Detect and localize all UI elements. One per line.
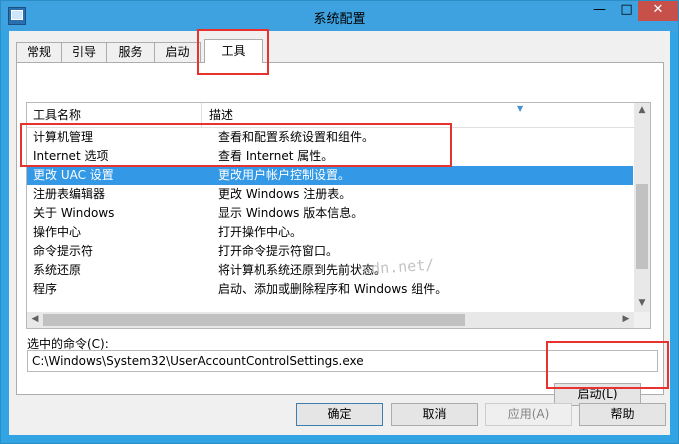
list-item-selected[interactable]: 更改 UAC 设置 更改用户帐户控制设置。 — [27, 166, 633, 185]
list-item[interactable]: 操作中心 打开操作中心。 — [27, 223, 633, 242]
tool-description: 打开命令提示符窗口。 — [218, 244, 339, 258]
tool-name: 计算机管理 — [33, 130, 94, 144]
column-header-description[interactable]: 描述 — [203, 103, 609, 127]
horizontal-scroll-thumb[interactable] — [43, 314, 465, 326]
tool-description: 查看和配置系统设置和组件。 — [218, 130, 375, 144]
tool-description: 查看 Internet 属性。 — [218, 149, 334, 163]
tool-description: 更改 Windows 注册表。 — [218, 187, 352, 201]
tool-name: 程序 — [33, 282, 58, 296]
tool-description: 打开操作中心。 — [218, 225, 303, 239]
tool-description: 显示 Windows 版本信息。 — [218, 206, 364, 220]
tool-name: Internet 选项 — [33, 149, 109, 163]
scroll-up-icon[interactable]: ▲ — [634, 103, 650, 118]
tool-description: 启动、添加或删除程序和 Windows 组件。 — [218, 282, 448, 296]
list-item[interactable]: 计算机管理 查看和配置系统设置和组件。 — [27, 128, 633, 147]
system-config-window: 系统配置 — □ ✕ 常规 引导 服务 启动 工具 工具名称 描述 ▼ 计算机管… — [0, 0, 679, 444]
ok-button[interactable]: 确定 — [296, 403, 383, 426]
maximize-button[interactable]: □ — [613, 1, 640, 21]
close-button[interactable]: ✕ — [638, 1, 678, 21]
list-item[interactable]: 关于 Windows 显示 Windows 版本信息。 — [27, 204, 633, 223]
window-title: 系统配置 — [313, 12, 366, 27]
tool-name: 系统还原 — [33, 263, 82, 277]
vertical-scrollbar[interactable]: ▲ ▼ — [634, 103, 650, 312]
cancel-button[interactable]: 取消 — [391, 403, 478, 426]
selected-command-field[interactable]: C:\Windows\System32\UserAccountControlSe… — [27, 350, 658, 372]
tool-name: 更改 UAC 设置 — [33, 168, 114, 182]
list-item[interactable]: 程序 启动、添加或删除程序和 Windows 组件。 — [27, 280, 633, 299]
tool-name: 操作中心 — [33, 225, 82, 239]
sort-arrow-icon: ▼ — [517, 104, 524, 113]
vertical-scroll-thumb[interactable] — [636, 184, 648, 269]
help-button[interactable]: 帮助 — [579, 403, 666, 426]
tools-list[interactable]: 工具名称 描述 ▼ 计算机管理 查看和配置系统设置和组件。 Internet 选项… — [26, 102, 651, 329]
list-item[interactable]: Internet 选项 查看 Internet 属性。 — [27, 147, 633, 166]
scroll-down-icon[interactable]: ▼ — [634, 296, 650, 311]
scroll-right-icon[interactable]: ▶ — [618, 312, 634, 327]
tool-name: 注册表编辑器 — [33, 187, 106, 201]
list-body: 计算机管理 查看和配置系统设置和组件。 Internet 选项 查看 Interne… — [27, 128, 633, 299]
column-header-tool-name[interactable]: 工具名称 — [27, 103, 202, 127]
minimize-button[interactable]: — — [586, 1, 613, 21]
tool-name: 关于 Windows — [33, 206, 115, 220]
list-header: 工具名称 描述 ▼ — [27, 103, 634, 128]
list-item[interactable]: 系统还原 将计算机系统还原到先前状态。 — [27, 261, 633, 280]
tool-description: 更改用户帐户控制设置。 — [218, 168, 351, 182]
scroll-left-icon[interactable]: ◀ — [27, 312, 43, 327]
tab-tools[interactable]: 工具 — [204, 39, 263, 63]
tab-services[interactable]: 服务 — [106, 42, 155, 62]
client-area: 常规 引导 服务 启动 工具 工具名称 描述 ▼ 计算机管理 查看和配置系统设置和… — [9, 31, 670, 435]
list-item[interactable]: 注册表编辑器 更改 Windows 注册表。 — [27, 185, 633, 204]
horizontal-scrollbar[interactable]: ◀ ▶ — [27, 312, 634, 328]
apply-button[interactable]: 应用(A) — [485, 403, 572, 426]
tab-general[interactable]: 常规 — [16, 42, 62, 62]
tool-name: 命令提示符 — [33, 244, 94, 258]
list-item[interactable]: 命令提示符 打开命令提示符窗口。 — [27, 242, 633, 261]
tab-boot[interactable]: 引导 — [61, 42, 107, 62]
tab-startup[interactable]: 启动 — [154, 42, 201, 62]
title-bar[interactable]: 系统配置 — □ ✕ — [1, 1, 678, 31]
tools-panel: 工具名称 描述 ▼ 计算机管理 查看和配置系统设置和组件。 Internet 选项… — [16, 62, 664, 406]
scrollbar-corner — [634, 312, 650, 328]
